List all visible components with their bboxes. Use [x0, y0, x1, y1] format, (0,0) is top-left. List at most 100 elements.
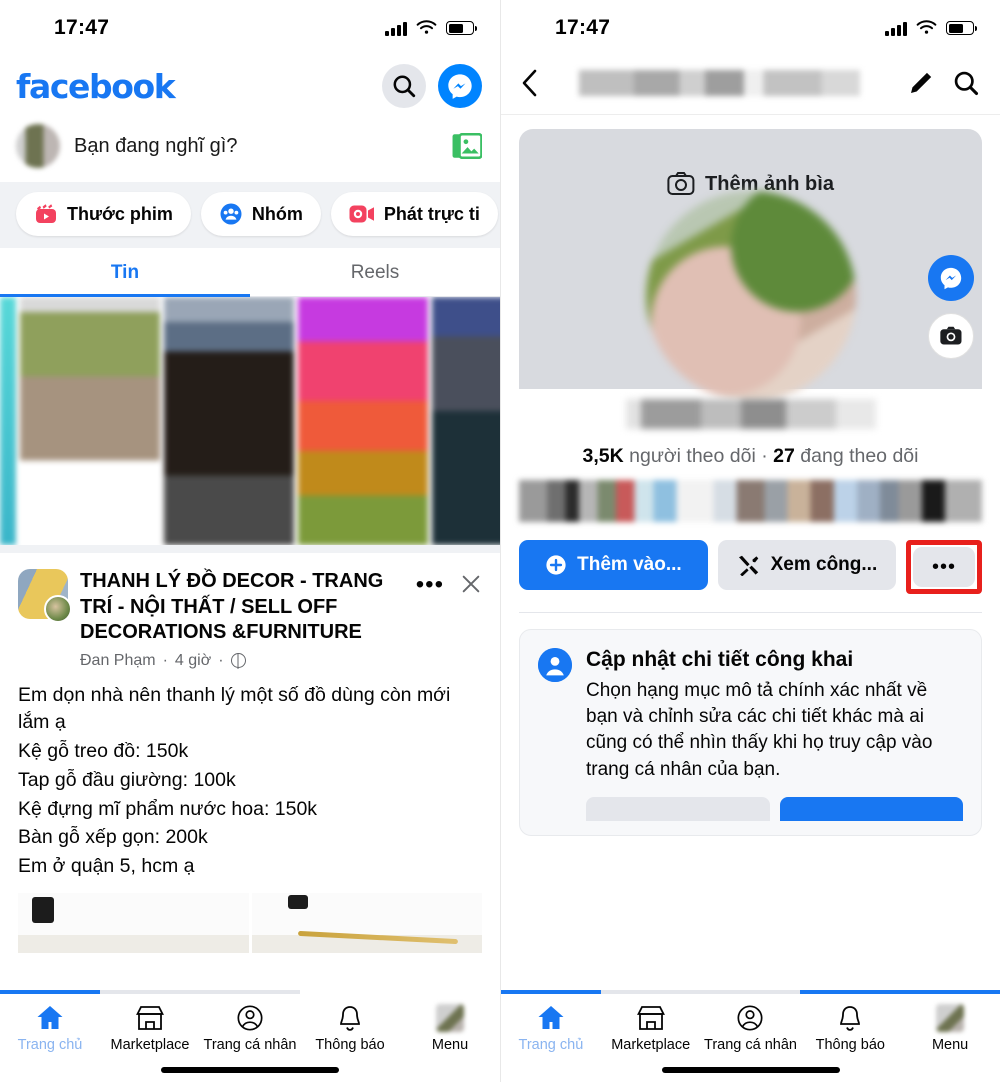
- status-time: 17:47: [54, 16, 110, 39]
- profile-avatar[interactable]: [645, 191, 856, 401]
- wifi-icon: [916, 20, 937, 34]
- menu-avatar-icon: [436, 1002, 464, 1032]
- meta-sep: ·: [162, 651, 168, 669]
- wifi-icon: [416, 20, 437, 34]
- story-card[interactable]: [20, 297, 160, 545]
- avatar: [936, 1004, 965, 1032]
- post-author[interactable]: Đan Phạm: [80, 652, 156, 670]
- home-icon: [35, 1002, 65, 1032]
- photo-library-icon[interactable]: [452, 133, 482, 159]
- friends-thumbnail-strip[interactable]: [519, 480, 982, 522]
- nav-item-marketplace[interactable]: Marketplace: [100, 1002, 200, 1053]
- profile-display-name-redacted: [625, 399, 876, 429]
- nav-item-home[interactable]: Trang chủ: [501, 1002, 601, 1053]
- more-options-highlight: •••: [906, 540, 982, 594]
- add-to-story-button[interactable]: Thêm vào...: [519, 540, 708, 590]
- card-primary-button[interactable]: [779, 796, 963, 821]
- chip-groups[interactable]: Nhóm: [200, 192, 321, 236]
- nav-item-home[interactable]: Trang chủ: [0, 1002, 100, 1053]
- chips-scroller[interactable]: Thước phim Nhóm Phát trực ti: [0, 192, 500, 236]
- search-button[interactable]: [382, 64, 426, 108]
- right-phone-screen: 17:47 Thêm ảnh bìa 3,5K người theo dõi ·…: [500, 0, 1000, 1082]
- avatar: [16, 124, 60, 168]
- section-divider: [519, 612, 982, 613]
- post-photo[interactable]: [251, 892, 482, 953]
- photo-detail: [32, 896, 54, 923]
- photo-detail: [297, 930, 458, 944]
- post-group-name[interactable]: THANH LÝ ĐỒ DECOR - TRANG TRÍ - NỘI THẤT…: [80, 569, 404, 646]
- marketplace-icon: [636, 1002, 666, 1032]
- nav-item-notifications[interactable]: Thông báo: [800, 1002, 900, 1053]
- post-header: THANH LÝ ĐỒ DECOR - TRANG TRÍ - NỘI THẤT…: [18, 569, 482, 670]
- post-composer[interactable]: Bạn đang nghĩ gì?: [0, 118, 500, 182]
- nav-item-menu[interactable]: Menu: [900, 1002, 1000, 1053]
- profile-more-button[interactable]: •••: [913, 547, 975, 587]
- feed-tabs[interactable]: Tin Reels: [0, 248, 500, 297]
- nav-indicator-line: [501, 990, 1000, 994]
- post-time: 4 giờ: [174, 651, 212, 669]
- nav-item-menu[interactable]: Menu: [400, 1002, 500, 1053]
- nav-label: Trang chủ: [518, 1037, 584, 1053]
- bell-icon: [835, 1002, 865, 1032]
- stats-separator: ·: [761, 445, 768, 467]
- home-indicator: [161, 1067, 339, 1073]
- tab-label: Tin: [110, 262, 140, 283]
- reels-clapper-icon: [36, 204, 56, 223]
- followers-count: 3,5K: [582, 445, 624, 467]
- groups-icon: [220, 203, 242, 225]
- chip-reels[interactable]: Thước phim: [16, 192, 191, 236]
- card-title: Cập nhật chi tiết công khai: [586, 648, 854, 671]
- tools-icon: [738, 555, 758, 576]
- back-chevron-icon[interactable]: [519, 68, 541, 98]
- post-photo[interactable]: [18, 892, 249, 953]
- story-card[interactable]: [164, 297, 294, 545]
- avatar[interactable]: [18, 569, 72, 623]
- button-label: Thêm vào...: [577, 554, 682, 575]
- view-tools-button[interactable]: Xem công...: [717, 540, 896, 590]
- feed-post: THANH LÝ ĐỒ DECOR - TRANG TRÍ - NỘI THẤT…: [0, 545, 500, 953]
- edit-pencil-icon[interactable]: [908, 70, 934, 96]
- stories-carousel[interactable]: [0, 297, 500, 545]
- meta-sep: ·: [218, 651, 224, 669]
- nav-label: Menu: [431, 1037, 469, 1053]
- card-secondary-button[interactable]: [586, 796, 770, 821]
- nav-label: Marketplace: [110, 1037, 190, 1053]
- marketplace-icon: [135, 1002, 165, 1032]
- story-card[interactable]: [432, 297, 500, 545]
- more-options-icon[interactable]: •••: [416, 573, 444, 597]
- status-time: 17:47: [555, 16, 611, 39]
- profile-header: [501, 56, 1000, 115]
- post-line: Em ở quận 5, hcm ạ: [18, 854, 195, 877]
- chip-label: Thước phim: [67, 203, 173, 224]
- battery-icon: [946, 21, 978, 35]
- story-card[interactable]: [298, 297, 428, 545]
- chip-live[interactable]: Phát trực ti: [330, 192, 498, 236]
- search-icon[interactable]: [952, 69, 980, 97]
- tab-tin[interactable]: Tin: [0, 248, 250, 297]
- menu-avatar-icon: [936, 1002, 965, 1032]
- following-label[interactable]: đang theo dõi: [800, 445, 918, 467]
- messenger-chat-button[interactable]: [928, 255, 974, 301]
- post-photos[interactable]: [18, 892, 482, 953]
- nav-item-profile[interactable]: Trang cá nhân: [701, 1002, 801, 1053]
- nav-item-profile[interactable]: Trang cá nhân: [200, 1002, 300, 1053]
- profile-stats: 3,5K người theo dõi · 27 đang theo dõi: [501, 445, 1000, 468]
- camera-button[interactable]: [928, 313, 974, 359]
- signal-bars-icon: [885, 21, 907, 36]
- photo-detail: [287, 894, 308, 909]
- bell-icon: [335, 1002, 365, 1032]
- camera-icon: [667, 172, 695, 195]
- close-icon[interactable]: [460, 573, 482, 595]
- messenger-button[interactable]: [438, 64, 482, 108]
- nav-item-notifications[interactable]: Thông báo: [300, 1002, 400, 1053]
- tab-label: Reels: [350, 262, 400, 283]
- tab-reels[interactable]: Reels: [250, 248, 500, 296]
- live-video-icon: [349, 205, 374, 223]
- story-card[interactable]: [0, 297, 16, 545]
- followers-label[interactable]: người theo dõi: [629, 445, 756, 467]
- nav-item-marketplace[interactable]: Marketplace: [601, 1002, 701, 1053]
- composer-placeholder[interactable]: Bạn đang nghĩ gì?: [74, 135, 438, 158]
- public-details-card[interactable]: Cập nhật chi tiết công khai Chọn hạng mụ…: [519, 629, 982, 836]
- post-line: Kệ đựng mĩ phẩm nước hoa: 150k: [18, 797, 318, 820]
- card-buttons: [586, 796, 963, 821]
